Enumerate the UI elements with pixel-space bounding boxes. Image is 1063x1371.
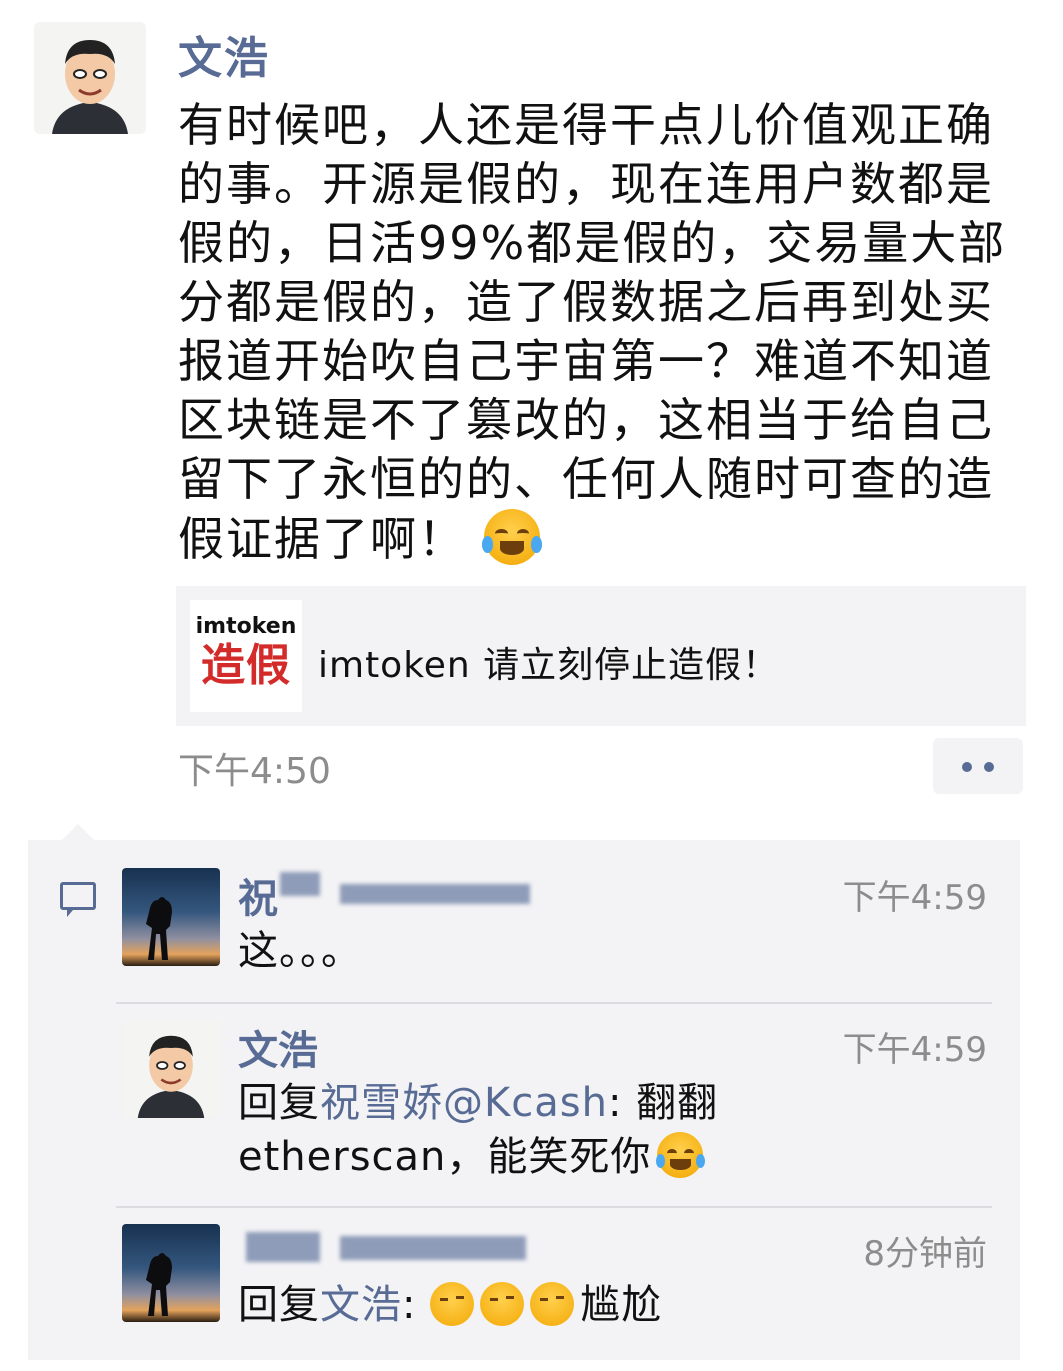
reply-target-link[interactable]: 祝雪娇@Kcash [320, 1080, 608, 1126]
comment-timestamp: 下午4:59 [842, 878, 987, 918]
thinking-emoji-icon [430, 1282, 475, 1326]
more-actions-button[interactable] [933, 738, 1023, 794]
post-author-name[interactable]: 文浩 [178, 22, 270, 86]
article-title: imtoken 请立刻停止造假！ [318, 645, 780, 686]
reply-prefix: 回复 [238, 1080, 320, 1126]
reply-colon: : [402, 1282, 431, 1328]
comment-text: 这。。。 [238, 928, 362, 974]
comment-divider [116, 1002, 992, 1004]
comment-text: 回复祝雪娇@Kcash: 翻翻 etherscan，能笑死你 [238, 1076, 978, 1184]
loudly-crying-emoji-icon [481, 509, 543, 565]
commenter-avatar[interactable] [122, 868, 220, 966]
comment-divider [116, 1206, 992, 1208]
commenter-avatar[interactable] [122, 1224, 220, 1322]
thumbnail-headline: 造假 [201, 640, 291, 691]
commenter-name[interactable]: 祝 [238, 866, 278, 924]
post-body: 有时候吧，人还是得干点儿价值观正确的事。开源是假的，现在连用户数都是假的，日活9… [178, 96, 1018, 569]
reply-prefix: 回复 [238, 1282, 320, 1328]
reply-text: 尴尬 [580, 1282, 663, 1328]
silhouette-icon [146, 897, 172, 960]
commenter-name[interactable]: 文浩 [238, 1018, 318, 1076]
comment-text: 回复文浩: 尴尬 [238, 1278, 978, 1332]
thumbnail-caption: imtoken [195, 614, 297, 639]
redacted-name-blur [340, 884, 530, 904]
shared-article-card[interactable]: imtoken 造假 imtoken 请立刻停止造假！ [176, 586, 1026, 726]
comment-timestamp: 下午4:59 [842, 1030, 987, 1070]
redacted-name-blur [246, 1232, 320, 1262]
loudly-crying-emoji-icon [655, 1132, 706, 1178]
silhouette-icon [146, 1253, 172, 1316]
cartoon-avatar-icon [34, 22, 146, 134]
post-text: 有时候吧，人还是得干点儿价值观正确的事。开源是假的，现在连用户数都是假的，日活9… [178, 98, 1007, 566]
post-timestamp: 下午4:50 [178, 751, 331, 792]
redacted-name-blur [340, 1236, 526, 1260]
thinking-emoji-icon [480, 1282, 525, 1326]
article-thumbnail: imtoken 造假 [190, 600, 302, 712]
comment-timestamp: 8分钟前 [863, 1234, 987, 1274]
more-dots-icon [962, 762, 972, 772]
reply-target-link[interactable]: 文浩 [320, 1282, 402, 1328]
cartoon-avatar-icon [122, 1020, 220, 1118]
comment-icon [60, 882, 96, 917]
comment-area-pointer [62, 824, 94, 840]
commenter-avatar[interactable] [122, 1020, 220, 1118]
redacted-name-blur [280, 872, 320, 896]
more-dot [984, 762, 994, 772]
post-author-avatar[interactable] [34, 22, 146, 134]
thinking-emoji-icon [530, 1282, 575, 1326]
